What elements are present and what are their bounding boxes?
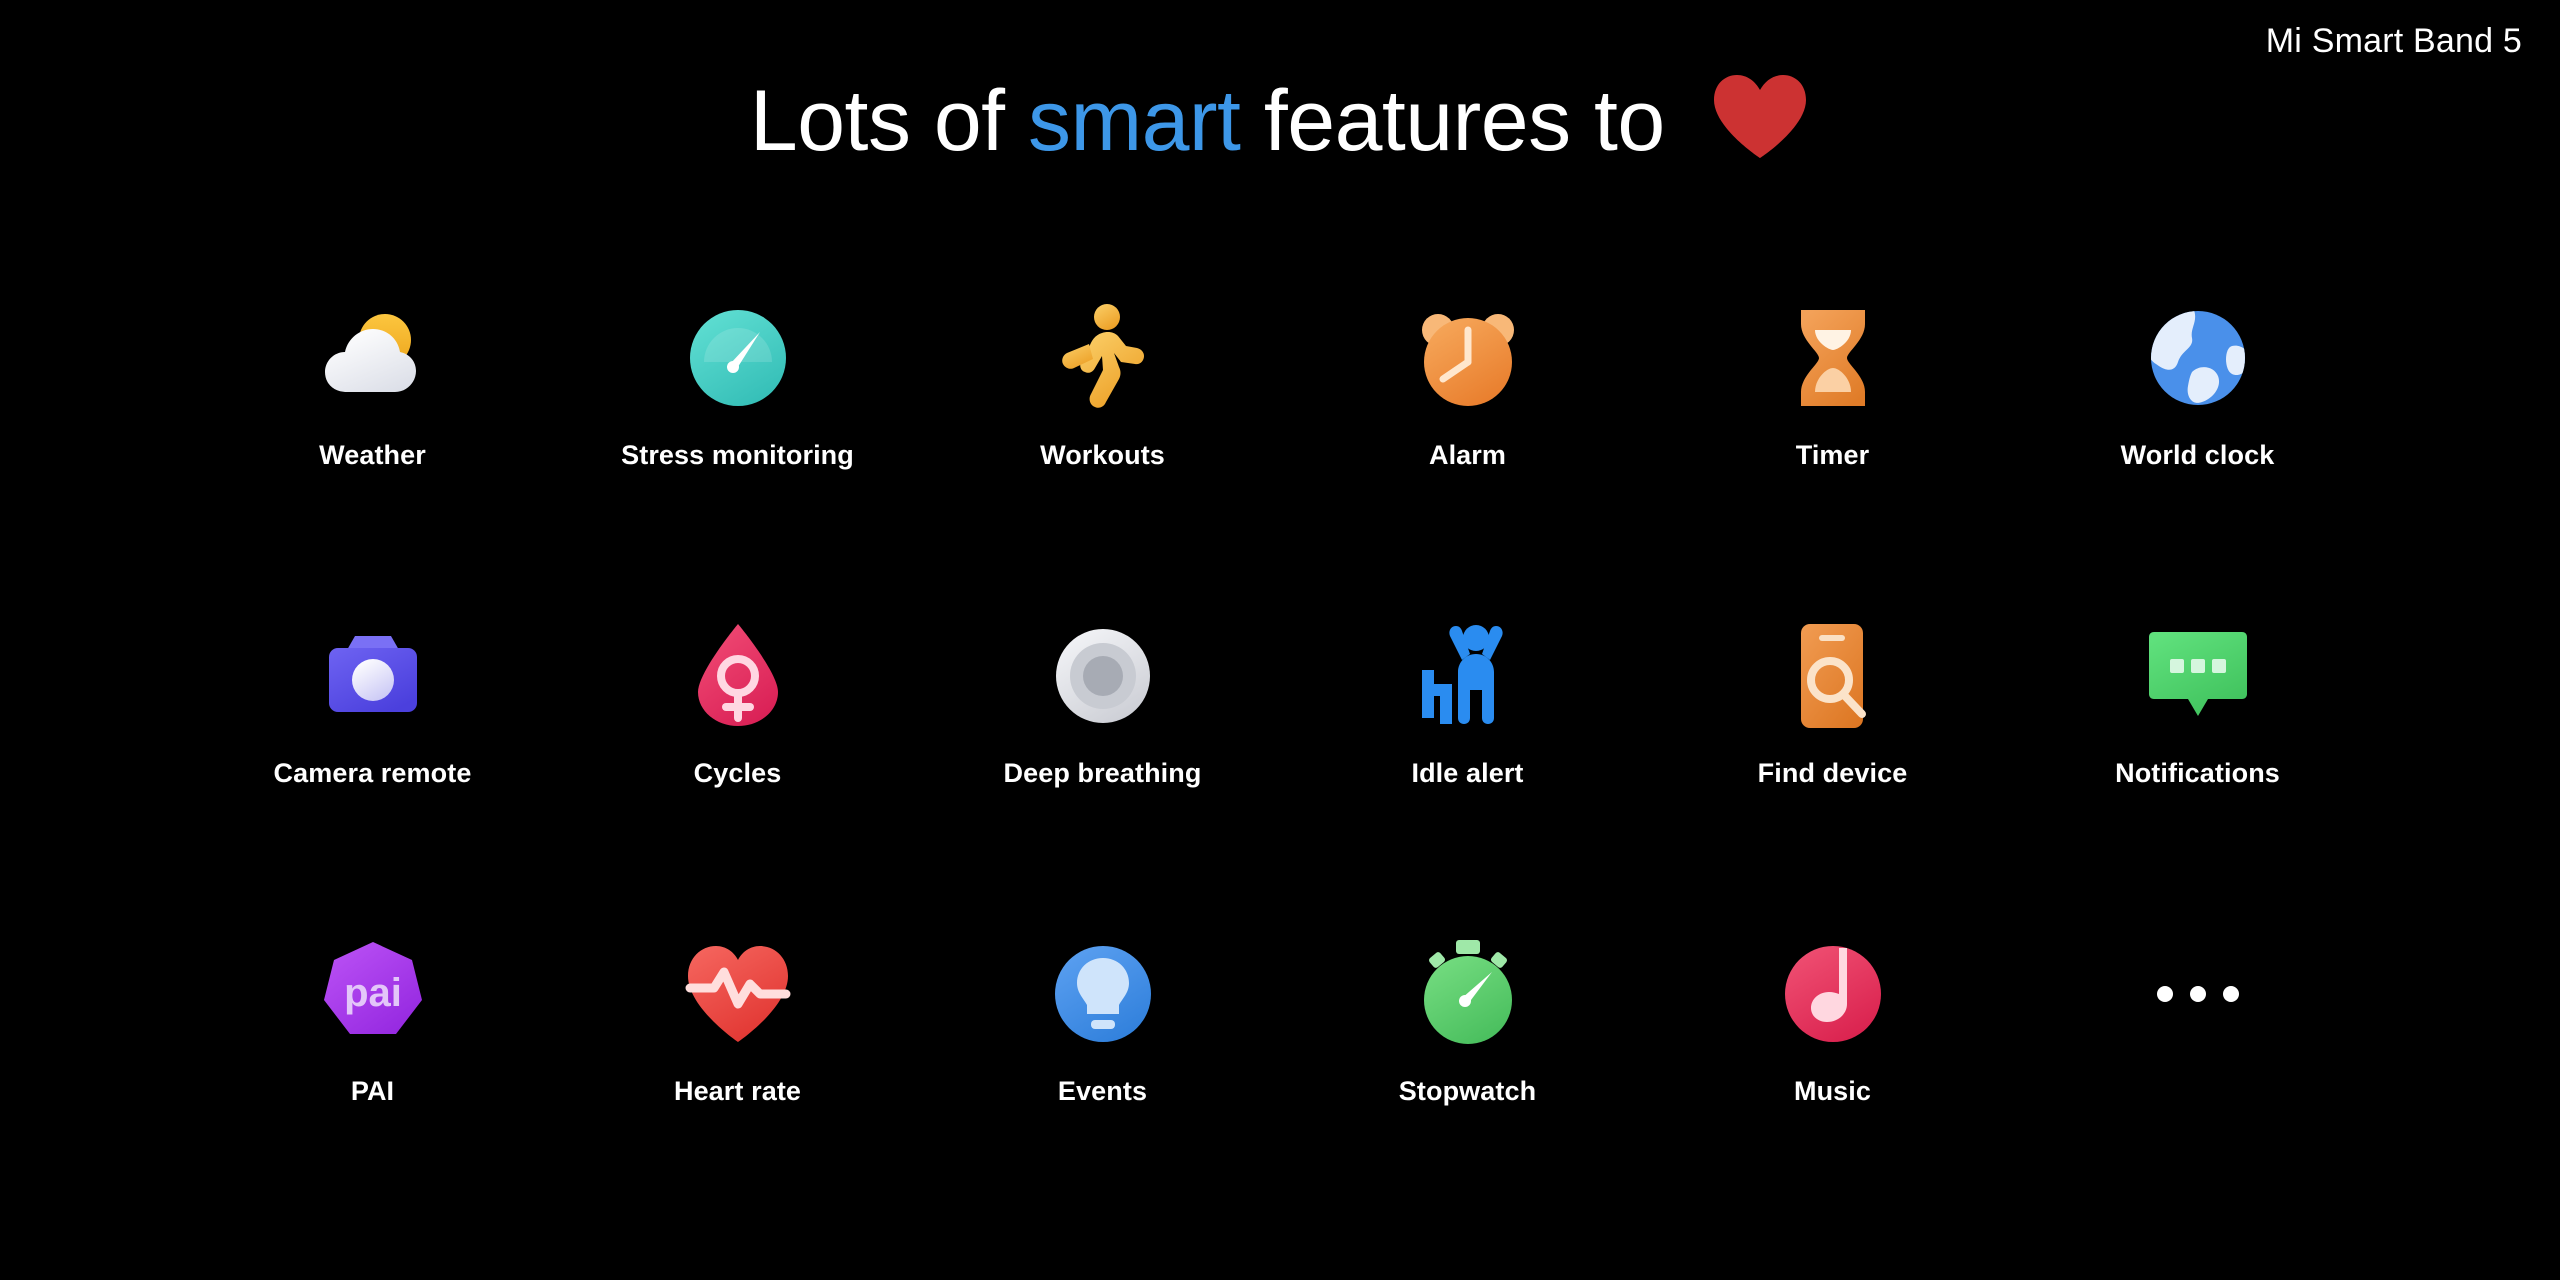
svg-text:pai: pai	[344, 971, 402, 1015]
feature-item-find-device[interactable]: Find device	[1650, 618, 2015, 936]
product-name: Mi Smart Band 5	[2265, 22, 2522, 60]
feature-item-more[interactable]	[2015, 936, 2380, 1254]
feature-item-workouts[interactable]: Workouts	[920, 300, 1285, 618]
feature-item-music[interactable]: Music	[1650, 936, 2015, 1254]
feature-item-timer[interactable]: Timer	[1650, 300, 2015, 618]
heart-pulse-icon	[680, 936, 796, 1052]
feature-label: Notifications	[2115, 758, 2280, 788]
droplet-venus-icon	[680, 618, 796, 734]
headline-part-1: Lots of	[749, 73, 1028, 169]
feature-label: Idle alert	[1411, 758, 1524, 788]
headline-accent-word: smart	[1027, 73, 1241, 169]
pai-heptagon-icon: pai	[315, 936, 431, 1052]
feature-item-alarm[interactable]: Alarm	[1285, 300, 1650, 618]
concentric-circles-icon	[1045, 618, 1161, 734]
feature-label: Alarm	[1428, 440, 1507, 470]
more-dot	[2222, 986, 2239, 1002]
feature-label: Cycles	[693, 758, 782, 788]
feature-item-cycles[interactable]: Cycles	[555, 618, 920, 936]
speech-bubble-icon	[2140, 618, 2256, 734]
feature-item-stopwatch[interactable]: Stopwatch	[1285, 936, 1650, 1254]
feature-label: Weather	[319, 440, 426, 470]
more-dot	[2156, 986, 2173, 1002]
more-dots-icon[interactable]	[2140, 936, 2256, 1052]
feature-item-heart-rate[interactable]: Heart rate	[555, 936, 920, 1254]
feature-label: Workouts	[1040, 440, 1165, 470]
feature-item-weather[interactable]: Weather	[190, 300, 555, 618]
feature-item-world-clock[interactable]: World clock	[2015, 300, 2380, 618]
phone-magnifier-icon	[1775, 618, 1891, 734]
music-note-icon	[1775, 936, 1891, 1052]
feature-label: Events	[1057, 1076, 1148, 1106]
stretching-person-icon	[1410, 618, 1526, 734]
running-person-icon	[1045, 300, 1161, 416]
feature-item-pai[interactable]: pai PAI	[190, 936, 555, 1254]
lightbulb-icon	[1045, 936, 1161, 1052]
stopwatch-icon	[1410, 936, 1526, 1052]
stress-gauge-icon	[680, 300, 796, 416]
feature-label: PAI	[350, 1076, 395, 1106]
weather-cloud-sun-icon	[315, 300, 431, 416]
feature-item-camera-remote[interactable]: Camera remote	[190, 618, 555, 936]
feature-item-notifications[interactable]: Notifications	[2015, 618, 2380, 936]
headline-part-2: features to	[1240, 73, 1689, 169]
feature-label: Heart rate	[673, 1076, 802, 1106]
camera-icon	[315, 618, 431, 734]
feature-item-events[interactable]: Events	[920, 936, 1285, 1254]
feature-label: Stopwatch	[1398, 1076, 1537, 1106]
alarm-clock-icon	[1410, 300, 1526, 416]
feature-label: Camera remote	[273, 758, 472, 788]
hourglass-icon	[1775, 300, 1891, 416]
more-dot	[2189, 986, 2206, 1002]
globe-icon	[2140, 300, 2256, 416]
page-title: Lots of smart features to	[0, 72, 2560, 178]
feature-item-idle-alert[interactable]: Idle alert	[1285, 618, 1650, 936]
feature-item-deep-breathing[interactable]: Deep breathing	[920, 618, 1285, 936]
feature-label: Timer	[1795, 440, 1870, 470]
feature-label: Find device	[1757, 758, 1908, 788]
feature-label: Deep breathing	[1003, 758, 1202, 788]
feature-label: Music	[1793, 1076, 1872, 1106]
feature-item-stress-monitoring[interactable]: Stress monitoring	[555, 300, 920, 618]
features-grid: Weather Stress monitoring Workouts Alarm…	[190, 300, 2380, 1254]
heart-icon	[1710, 72, 1810, 178]
feature-label: Stress monitoring	[621, 440, 854, 470]
feature-label: World clock	[2120, 440, 2275, 470]
feature-overview-page: Mi Smart Band 5 Lots of smart features t…	[0, 0, 2560, 1280]
